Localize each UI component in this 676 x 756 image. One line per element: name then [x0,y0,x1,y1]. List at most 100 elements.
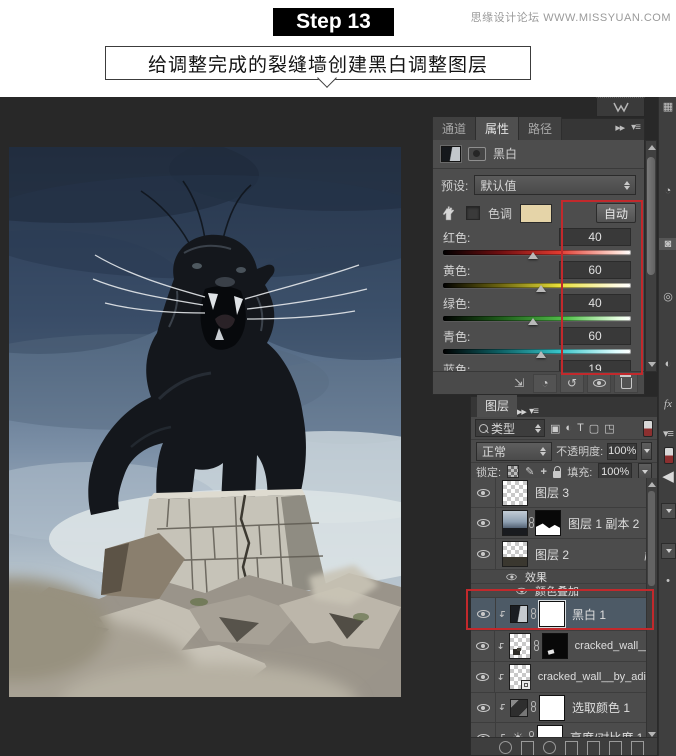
layer-row-cracked-wall[interactable]: ↴ cracked_wall__... [471,631,657,662]
visibility-eye-icon[interactable] [477,610,490,618]
mask-link-icon[interactable] [530,608,537,621]
layer-thumbnail[interactable] [509,664,531,690]
mask-link-icon[interactable] [530,701,537,714]
layer-name[interactable]: 黑白 1 [572,606,606,623]
layer-thumbnail[interactable] [502,480,528,506]
layer-mask-thumbnail[interactable] [542,633,568,659]
visibility-eye-icon[interactable] [477,489,490,497]
filter-type-layers-icon[interactable]: T [577,422,584,434]
layers-footer-bar[interactable] [471,737,657,755]
layer-name[interactable]: 选取颜色 1 [572,699,630,716]
tab-properties[interactable]: 属性 [476,117,519,140]
layer-row-layer1-copy2[interactable]: 图层 1 副本 2 [471,508,657,539]
adjustment-mask-thumbnail[interactable] [539,601,565,627]
lock-all-icon[interactable] [553,471,561,478]
color-overlay-row[interactable]: 颜色叠加 [471,584,657,598]
tint-checkbox[interactable] [466,206,480,220]
scroll-up-icon[interactable] [648,482,656,487]
scrollbar-thumb[interactable] [648,491,655,586]
reds-slider-track[interactable] [443,250,631,255]
dock-panel-icon-a[interactable]: ◔ [659,185,676,197]
dock-grid-icon[interactable]: ▦ [659,100,676,113]
slider-value-input[interactable]: 60 [559,261,631,279]
yellows-slider-track[interactable] [443,283,631,288]
mask-link-icon[interactable] [533,640,540,653]
visibility-eye-icon[interactable] [476,673,489,681]
dock-panel-icon-c[interactable]: ◎ [659,290,676,303]
filter-toggle-switch[interactable] [643,420,653,437]
scroll-up-icon[interactable] [648,145,656,150]
tint-color-swatch[interactable] [520,204,552,223]
slider-thumb[interactable] [528,252,538,259]
adjustment-mask-thumbnail[interactable] [539,695,565,721]
tab-channels[interactable]: 通道 [433,117,476,140]
filter-smart-objects-icon[interactable]: ◳ [604,422,614,435]
color-overlay-label[interactable]: 颜色叠加 [535,583,579,599]
layer-row-selective-color[interactable]: ↴ 选取颜色 1 [471,693,657,723]
lock-paint-icon[interactable]: ✎ [525,465,534,478]
visibility-eye-icon[interactable] [506,573,516,579]
slider-value-input[interactable]: 40 [559,294,631,312]
layer-thumbnail[interactable] [509,633,531,659]
dock-menu-icon[interactable]: ▾≡ [659,427,676,440]
slider-value-input[interactable]: 60 [559,327,631,345]
layer-name[interactable]: 图层 1 副本 2 [568,515,639,532]
preset-dropdown[interactable]: 默认值 [474,175,636,195]
tab-paths[interactable]: 路径 [519,117,562,140]
layers-scrollbar[interactable] [646,478,657,741]
lock-move-icon[interactable]: + [541,466,547,478]
layer-row-blackwhite1-selected[interactable]: ↴ 黑白 1 [471,598,657,631]
lock-transparency-icon[interactable] [507,465,519,478]
visibility-eye-icon[interactable] [516,587,526,593]
layer-name[interactable]: cracked_wall__by_adig... [538,671,657,683]
layer-thumbnail[interactable] [502,541,528,567]
layer-name[interactable]: 图层 2 [535,546,569,563]
layer-row-layer3[interactable]: 图层 3 [471,478,657,508]
reset-adjustment-icon[interactable]: ↺ [560,374,584,393]
dock-panel-icon-b[interactable]: ◙ [659,238,676,250]
collapse-panel-icon[interactable]: ▶▶ [517,409,526,416]
dock-adjustments-icon[interactable]: ◐ [659,358,676,370]
layer-row-cracked-wall-by-adig[interactable]: ↴ cracked_wall__by_adig... [471,662,657,693]
auto-button[interactable]: 自动 [596,203,636,223]
cyans-slider-track[interactable] [443,349,631,354]
visibility-eye-icon[interactable] [477,550,490,558]
visibility-eye-icon[interactable] [477,704,490,712]
document-image[interactable] [9,147,401,697]
scrollbar-thumb[interactable] [647,157,655,275]
opacity-value-input[interactable]: 100% [607,443,637,460]
layer-name[interactable]: 图层 3 [535,484,569,501]
filter-adjustment-layers-icon[interactable]: ◐ [565,422,572,434]
opacity-dropdown-icon[interactable] [641,442,652,460]
dock-toggle[interactable] [664,447,674,464]
dock-dropdown-b[interactable] [661,543,676,559]
scroll-down-icon[interactable] [648,362,656,367]
filter-pixel-layers-icon[interactable]: ▣ [550,422,560,435]
properties-scrollbar[interactable] [645,140,657,372]
filter-type-dropdown[interactable]: 类型 [475,419,545,437]
dock-dropdown-a[interactable] [661,503,676,519]
filter-shape-layers-icon[interactable]: ▢ [589,422,599,435]
visibility-eye-icon[interactable] [477,519,490,527]
layer-thumbnail[interactable] [502,510,528,536]
black-white-adjustment-icon[interactable] [510,605,528,623]
dock-collapse-left-icon[interactable]: ◀ [659,467,676,485]
delete-adjustment-icon[interactable] [614,374,638,393]
tab-layers[interactable]: 图层 [477,395,517,417]
mask-link-icon[interactable] [528,517,535,530]
slider-thumb[interactable] [536,285,546,292]
slider-thumb[interactable] [528,318,538,325]
visibility-toggle-icon[interactable] [587,374,611,393]
visibility-eye-icon[interactable] [476,642,489,650]
blend-mode-dropdown[interactable]: 正常 [476,442,552,461]
panel-menu-icon[interactable]: ▾≡ [529,406,538,417]
view-previous-state-icon[interactable]: ◔ [533,374,557,393]
panel-menu-icon[interactable]: ▾≡ [631,122,640,133]
collapse-panel-icon[interactable]: ▶▶ [615,124,624,132]
layer-name[interactable]: cracked_wall__... [575,640,657,652]
collapsed-panel-fragment[interactable] [596,97,645,117]
greens-slider-track[interactable] [443,316,631,321]
layer-mask-thumbnail[interactable] [535,510,561,536]
slider-value-input[interactable]: 40 [559,228,631,246]
clip-to-layer-icon[interactable]: ⇲ [508,375,530,392]
